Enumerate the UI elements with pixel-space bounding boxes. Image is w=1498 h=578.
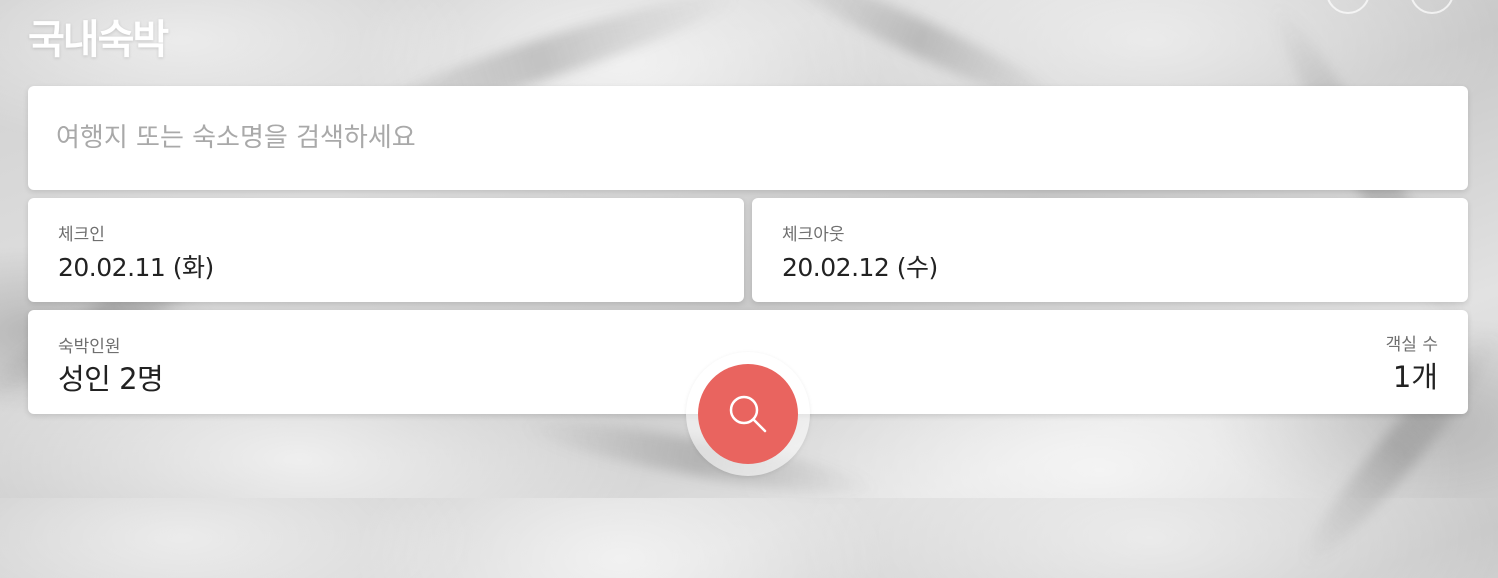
top-circle-button-2[interactable] — [1410, 0, 1454, 14]
search-icon — [729, 395, 767, 433]
search-input[interactable] — [56, 86, 1436, 190]
search-box[interactable] — [28, 86, 1468, 190]
guests-value: 성인 2명 — [58, 362, 164, 396]
search-button[interactable] — [698, 364, 798, 464]
checkin-field[interactable]: 체크인 20.02.11 (화) — [28, 198, 744, 302]
checkin-label: 체크인 — [58, 225, 105, 245]
rooms-label: 객실 수 — [1385, 335, 1438, 355]
guests-label: 숙박인원 — [58, 337, 121, 357]
page-title: 국내숙박 — [28, 17, 169, 63]
rooms-value: 1개 — [1392, 360, 1438, 394]
checkin-date: 20.02.11 (화) — [58, 253, 214, 282]
top-circle-button-1[interactable] — [1326, 0, 1370, 14]
checkout-field[interactable]: 체크아웃 20.02.12 (수) — [752, 198, 1468, 302]
checkout-date: 20.02.12 (수) — [782, 253, 938, 282]
checkout-label: 체크아웃 — [782, 225, 845, 245]
